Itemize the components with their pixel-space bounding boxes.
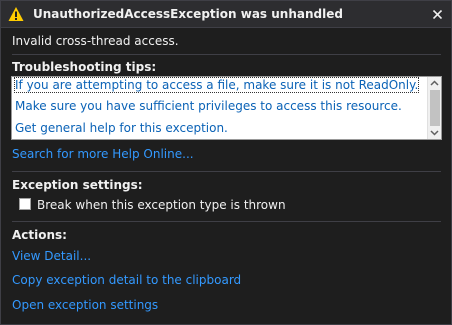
- close-button[interactable]: [429, 6, 445, 22]
- exception-message: Invalid cross-thread access.: [12, 34, 179, 48]
- chevron-down-icon: [430, 130, 439, 136]
- tip-readonly-file[interactable]: If you are attempting to access a file, …: [13, 77, 420, 93]
- tip-privileges[interactable]: Make sure you have sufficient privileges…: [15, 99, 402, 113]
- view-detail-link[interactable]: View Detail...: [12, 249, 91, 263]
- scroll-down-arrow[interactable]: [428, 127, 441, 139]
- tip-general-help[interactable]: Get general help for this exception.: [15, 121, 228, 135]
- search-help-online-link[interactable]: Search for more Help Online...: [12, 147, 194, 161]
- open-exception-settings-link[interactable]: Open exception settings: [12, 298, 158, 312]
- scroll-thumb[interactable]: [430, 90, 440, 126]
- chevron-up-icon: [430, 80, 439, 86]
- exception-helper-popup: UnauthorizedAccessException was unhandle…: [0, 0, 452, 325]
- close-icon: [432, 9, 442, 19]
- divider: [12, 54, 441, 55]
- break-on-exception-label[interactable]: Break when this exception type is thrown: [37, 198, 286, 212]
- troubleshooting-heading: Troubleshooting tips:: [12, 60, 157, 74]
- troubleshooting-tips-list[interactable]: If you are attempting to access a file, …: [11, 76, 442, 140]
- copy-exception-detail-link[interactable]: Copy exception detail to the clipboard: [12, 273, 241, 287]
- warning-icon: [8, 6, 24, 22]
- break-on-exception-checkbox[interactable]: [19, 198, 31, 210]
- scroll-up-arrow[interactable]: [428, 77, 441, 89]
- divider: [12, 221, 441, 222]
- exception-title: UnauthorizedAccessException was unhandle…: [33, 7, 343, 21]
- tips-scrollbar[interactable]: [427, 77, 441, 139]
- exception-settings-heading: Exception settings:: [12, 178, 143, 192]
- actions-heading: Actions:: [12, 228, 67, 242]
- divider: [12, 171, 441, 172]
- title-bar: UnauthorizedAccessException was unhandle…: [1, 1, 451, 28]
